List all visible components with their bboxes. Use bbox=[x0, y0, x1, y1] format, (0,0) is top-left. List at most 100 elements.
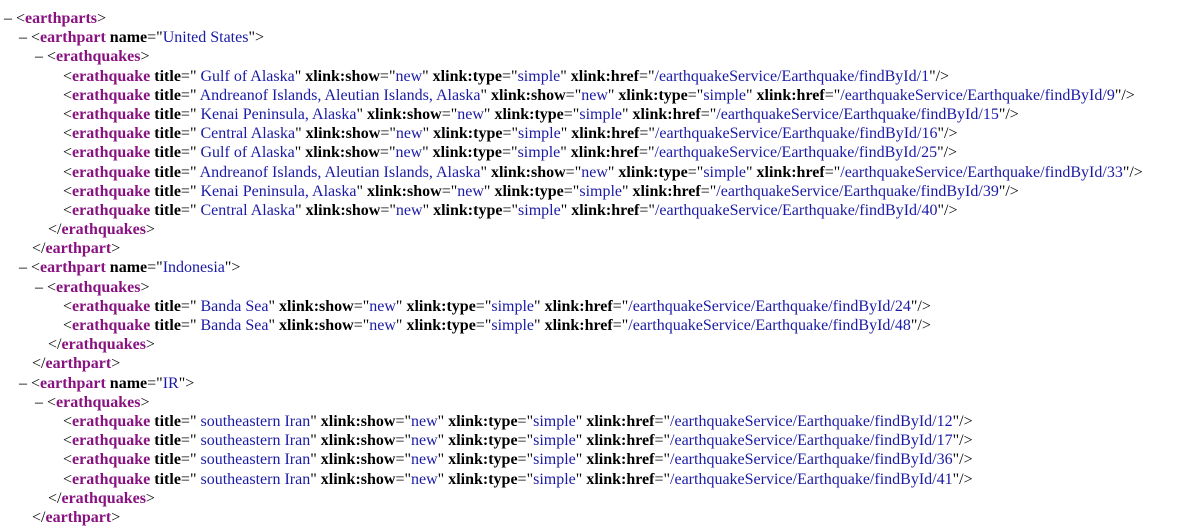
xml-punctuation: </ bbox=[32, 240, 46, 258]
erathquake-tag: erathquake bbox=[72, 144, 151, 162]
erathquake-line: <erathquake title=" Gulf of Alaska" xlin… bbox=[4, 143, 1181, 162]
xml-punctuation: =" bbox=[563, 182, 580, 200]
title-value: Central Alaska bbox=[196, 125, 296, 143]
attribute-name: xlink:href bbox=[544, 317, 613, 334]
xml-punctuation: " bbox=[575, 470, 583, 488]
xml-punctuation: </ bbox=[48, 489, 62, 507]
earthpart-open-line: – <earthpart name="IR"> bbox=[4, 374, 1181, 393]
title-value: southeastern Iran bbox=[196, 432, 311, 450]
xml-punctuation: " bbox=[483, 182, 491, 200]
xml-punctuation: " bbox=[480, 163, 487, 181]
href-value: /earthquakeService/Earthquake/findById/1… bbox=[670, 432, 953, 450]
erathquakes-tag: erathquakes bbox=[56, 278, 141, 296]
erathquake-line: <erathquake title=" Andreanof Islands, A… bbox=[4, 86, 1181, 105]
xml-punctuation: =" bbox=[687, 86, 704, 104]
xml-punctuation: =" bbox=[654, 470, 671, 488]
collapse-toggle-icon[interactable]: – bbox=[19, 28, 31, 47]
erathquake-line: <erathquake title=" Gulf of Alaska" xlin… bbox=[4, 67, 1181, 86]
xml-punctuation: " bbox=[560, 125, 568, 143]
attribute-name: xlink:href bbox=[586, 432, 655, 450]
xml-punctuation: "/> bbox=[998, 105, 1019, 123]
xml-punctuation: " bbox=[437, 432, 445, 450]
xml-punctuation: < bbox=[63, 451, 73, 469]
xml-punctuation: =" bbox=[638, 67, 655, 85]
xml-punctuation: =" bbox=[379, 67, 396, 85]
href-value: /earthquakeService/Earthquake/findById/2… bbox=[628, 297, 911, 315]
earthpart-tag: earthpart bbox=[40, 374, 106, 392]
xml-punctuation: < bbox=[31, 29, 41, 47]
xml-punctuation: =" bbox=[700, 105, 717, 123]
xml-punctuation: =" bbox=[563, 105, 580, 123]
collapse-toggle-icon[interactable]: – bbox=[19, 374, 31, 393]
type-value: simple bbox=[579, 105, 623, 123]
xml-punctuation: "/> bbox=[910, 317, 931, 334]
show-value: new bbox=[411, 432, 438, 450]
xml-punctuation: "> bbox=[248, 29, 265, 47]
xml-punctuation: =" bbox=[180, 144, 197, 162]
xml-punctuation: < bbox=[63, 163, 73, 181]
xml-punctuation: " bbox=[310, 432, 317, 450]
xml-punctuation: =" bbox=[502, 125, 519, 143]
erathquake-line: <erathquake title=" Central Alaska" xlin… bbox=[4, 201, 1181, 220]
erathquakes-open-line: – <erathquakes> bbox=[4, 47, 1181, 66]
xml-punctuation: =" bbox=[147, 29, 163, 47]
erathquake-line: <erathquake title=" southeastern Iran" x… bbox=[4, 470, 1181, 489]
xml-punctuation: < bbox=[63, 105, 73, 123]
xml-punctuation: < bbox=[63, 182, 73, 200]
attribute-name: name bbox=[109, 259, 148, 277]
collapse-toggle-icon[interactable]: – bbox=[19, 258, 31, 277]
attribute-name: xlink:href bbox=[586, 451, 655, 469]
erathquake-line: <erathquake title=" Central Alaska" xlin… bbox=[4, 124, 1181, 143]
erathquake-tag: erathquake bbox=[72, 105, 151, 123]
attribute-name: xlink:type bbox=[448, 470, 518, 488]
xml-punctuation: " bbox=[480, 86, 487, 104]
erathquake-line: <erathquake title=" Kenai Peninsula, Ala… bbox=[4, 182, 1181, 201]
attribute-name: xlink:show bbox=[320, 412, 396, 430]
xml-punctuation: =" bbox=[654, 451, 671, 469]
type-value: simple bbox=[491, 297, 535, 315]
xml-punctuation: " bbox=[560, 67, 567, 85]
show-value: new bbox=[395, 67, 423, 85]
xml-punctuation: " bbox=[437, 412, 445, 430]
attribute-name: xlink:type bbox=[448, 432, 518, 450]
erathquake-tag: erathquake bbox=[72, 470, 151, 488]
attribute-name: title bbox=[154, 67, 181, 85]
xml-punctuation: =" bbox=[353, 317, 370, 334]
xml-punctuation: " bbox=[295, 201, 302, 219]
collapse-toggle-icon[interactable]: – bbox=[35, 278, 47, 297]
attribute-name: title bbox=[154, 163, 181, 181]
xml-punctuation: > bbox=[140, 393, 150, 411]
xml-punctuation: " bbox=[268, 317, 275, 334]
xml-punctuation: > bbox=[145, 336, 155, 354]
xml-punctuation: "/> bbox=[937, 201, 958, 219]
attribute-name: xlink:show bbox=[366, 182, 442, 200]
attribute-name: xlink:href bbox=[756, 163, 825, 181]
xml-punctuation: =" bbox=[380, 201, 396, 219]
xml-punctuation: </ bbox=[32, 355, 46, 373]
xml-punctuation: " bbox=[395, 297, 403, 315]
collapse-toggle-icon[interactable]: – bbox=[35, 393, 47, 412]
title-value: Banda Sea bbox=[196, 317, 269, 334]
collapse-toggle-icon[interactable]: – bbox=[4, 9, 16, 28]
xml-punctuation: =" bbox=[180, 182, 197, 200]
xml-punctuation: =" bbox=[639, 201, 655, 219]
attribute-name: title bbox=[154, 182, 181, 200]
xml-punctuation: < bbox=[47, 48, 57, 66]
collapse-toggle-icon[interactable]: – bbox=[35, 47, 47, 66]
attribute-name: xlink:show bbox=[279, 317, 354, 334]
href-value: /earthquakeService/Earthquake/findById/9 bbox=[840, 86, 1115, 104]
earthpart-open-line: – <earthpart name="United States"> bbox=[4, 28, 1181, 47]
xml-punctuation: < bbox=[63, 297, 73, 315]
show-value: new bbox=[369, 297, 396, 315]
xml-punctuation: < bbox=[63, 201, 73, 219]
type-value: simple bbox=[533, 412, 576, 430]
xml-punctuation: =" bbox=[180, 297, 197, 315]
xml-punctuation: " bbox=[622, 105, 629, 123]
title-value: Central Alaska bbox=[196, 201, 296, 219]
xml-punctuation: < bbox=[63, 144, 73, 162]
xml-punctuation: "/> bbox=[952, 432, 973, 450]
show-value: new bbox=[411, 412, 438, 430]
xml-punctuation: =" bbox=[180, 470, 197, 488]
attribute-name: xlink:type bbox=[618, 163, 688, 181]
title-value: Gulf of Alaska bbox=[196, 144, 295, 162]
